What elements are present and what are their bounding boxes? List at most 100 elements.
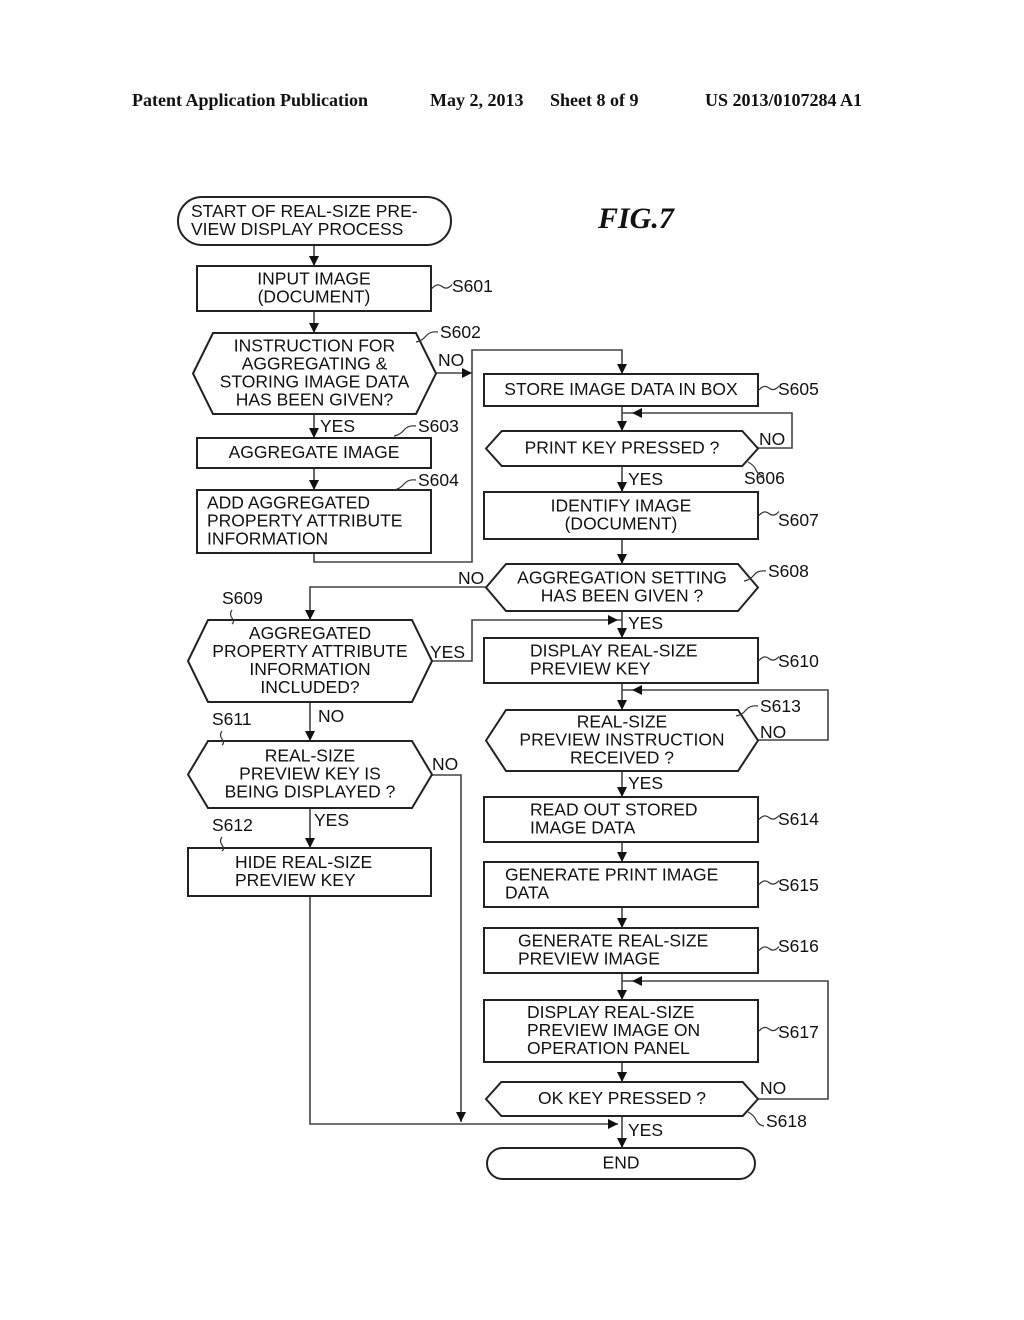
s618-text-line: OK KEY PRESSED ? <box>538 1088 706 1108</box>
s605-text-line: STORE IMAGE DATA IN BOX <box>504 379 738 399</box>
arrow-head <box>617 918 627 928</box>
s602-text-line: STORING IMAGE DATA <box>220 372 410 392</box>
arrow-head <box>456 1112 466 1122</box>
arrow-head <box>617 482 627 492</box>
node-s605: STORE IMAGE DATA IN BOX S605 <box>483 373 819 407</box>
s618-leader-line <box>747 1111 765 1127</box>
s615-text-line: GENERATE PRINT IMAGE <box>505 865 718 885</box>
node-end: END <box>486 1147 756 1180</box>
s608-text-line: AGGREGATION SETTING <box>517 568 727 588</box>
arrow-head <box>305 610 315 620</box>
arrow-head <box>617 628 627 638</box>
node-s617: DISPLAY REAL-SIZEPREVIEW IMAGE ONOPERATI… <box>483 999 819 1063</box>
s604-step-label: S604 <box>418 470 459 490</box>
arrow-head <box>309 256 319 266</box>
s607-text-line: IDENTIFY IMAGE <box>551 496 692 516</box>
s610-text-line: PREVIEW KEY <box>530 659 651 679</box>
s609-text-line: AGGREGATED <box>249 623 371 643</box>
arrow-head <box>305 731 315 741</box>
s614-step-label: S614 <box>778 809 819 829</box>
edge-10 <box>309 586 486 620</box>
s601-step-label: S601 <box>452 276 493 296</box>
s614-text-line: READ OUT STORED <box>530 800 698 820</box>
s614-leader-line <box>758 815 780 820</box>
arrow-head <box>309 323 319 333</box>
s601-text-line: (DOCUMENT) <box>258 287 371 307</box>
node-s608: AGGREGATION SETTINGHAS BEEN GIVEN ? S608 <box>484 561 809 612</box>
arrow-head <box>617 421 627 431</box>
node-s601: INPUT IMAGE(DOCUMENT) S601 <box>196 265 493 312</box>
arrow-head <box>617 700 627 710</box>
s617-text-line: DISPLAY REAL-SIZE <box>527 1002 695 1022</box>
arrow-head <box>305 838 315 848</box>
s616-leader-line <box>758 946 780 951</box>
s609-text-line: PROPERTY ATTRIBUTE <box>212 641 407 661</box>
s613-text-line: RECEIVED ? <box>570 748 674 768</box>
arrow-head <box>617 364 627 374</box>
s615-step-label: S615 <box>778 875 819 895</box>
arrow-head <box>309 480 319 490</box>
arrow-head <box>608 1119 618 1129</box>
s609-text-line: INFORMATION <box>249 659 370 679</box>
arrow-head <box>309 428 319 438</box>
s611-text-line: REAL-SIZE <box>265 746 355 766</box>
s609-text-line: INCLUDED? <box>260 677 359 697</box>
yes-label: YES <box>430 642 465 662</box>
s601-leader-line <box>431 284 453 289</box>
node-start: START OF REAL-SIZE PRE-VIEW DISPLAY PROC… <box>177 196 452 246</box>
s614-text-line: IMAGE DATA <box>530 818 636 838</box>
s607-text-line: (DOCUMENT) <box>565 514 678 534</box>
s609-step-label: S609 <box>222 588 263 608</box>
s604-leader-line <box>393 479 417 491</box>
end-text-line: END <box>603 1153 640 1173</box>
s615-text-line: DATA <box>505 883 549 903</box>
edge-24 <box>432 774 462 1122</box>
s605-leader-line <box>758 385 780 391</box>
arrow-head <box>608 615 618 625</box>
s611-text-line: PREVIEW KEY IS <box>239 764 381 784</box>
no-label: NO <box>432 754 458 774</box>
arrow-head <box>632 685 642 695</box>
s602-text-line: HAS BEEN GIVEN? <box>236 390 394 410</box>
s617-step-label: S617 <box>778 1022 819 1042</box>
arrow-head <box>617 554 627 564</box>
s612-text-line: HIDE REAL-SIZE <box>235 852 372 872</box>
arrow-head <box>632 976 642 986</box>
s606-text-line: PRINT KEY PRESSED ? <box>525 438 720 458</box>
yes-label: YES <box>314 810 349 830</box>
s617-text-line: OPERATION PANEL <box>527 1038 690 1058</box>
s616-text-line: GENERATE REAL-SIZE <box>518 931 708 951</box>
yes-label: YES <box>628 773 663 793</box>
s615-leader-line <box>758 880 780 885</box>
s613-text-line: PREVIEW INSTRUCTION <box>519 730 724 750</box>
s618-step-label: S618 <box>766 1111 807 1131</box>
no-label: NO <box>760 722 786 742</box>
s604-text-line: ADD AGGREGATED <box>207 493 370 513</box>
no-label: NO <box>759 429 785 449</box>
arrow-head <box>632 408 642 418</box>
s613-text-line: REAL-SIZE <box>577 712 667 732</box>
s610-text-line: DISPLAY REAL-SIZE <box>530 641 698 661</box>
flowchart-nodes: START OF REAL-SIZE PRE-VIEW DISPLAY PROC… <box>177 196 819 1180</box>
yes-label: YES <box>628 469 663 489</box>
s613-step-label: S613 <box>760 696 801 716</box>
s601-text-line: INPUT IMAGE <box>257 269 370 289</box>
yes-label: YES <box>320 416 355 436</box>
s617-leader-line <box>758 1026 780 1032</box>
no-label: NO <box>438 350 464 370</box>
no-label: NO <box>318 706 344 726</box>
arrow-head <box>617 852 627 862</box>
s603-leader-line <box>393 425 417 437</box>
node-s616: GENERATE REAL-SIZEPREVIEW IMAGE S616 <box>483 927 819 974</box>
s603-step-label: S603 <box>418 416 459 436</box>
start-text-line: VIEW DISPLAY PROCESS <box>191 219 403 239</box>
no-label: NO <box>760 1078 786 1098</box>
arrow-head <box>617 990 627 1000</box>
s607-leader-line <box>758 511 780 516</box>
node-s614: READ OUT STOREDIMAGE DATA S614 <box>483 796 819 843</box>
s611-text-line: BEING DISPLAYED ? <box>225 782 396 802</box>
s617-text-line: PREVIEW IMAGE ON <box>527 1020 700 1040</box>
s606-step-label: S606 <box>744 468 785 488</box>
arrow-head <box>617 787 627 797</box>
s604-text-line: INFORMATION <box>207 529 328 549</box>
